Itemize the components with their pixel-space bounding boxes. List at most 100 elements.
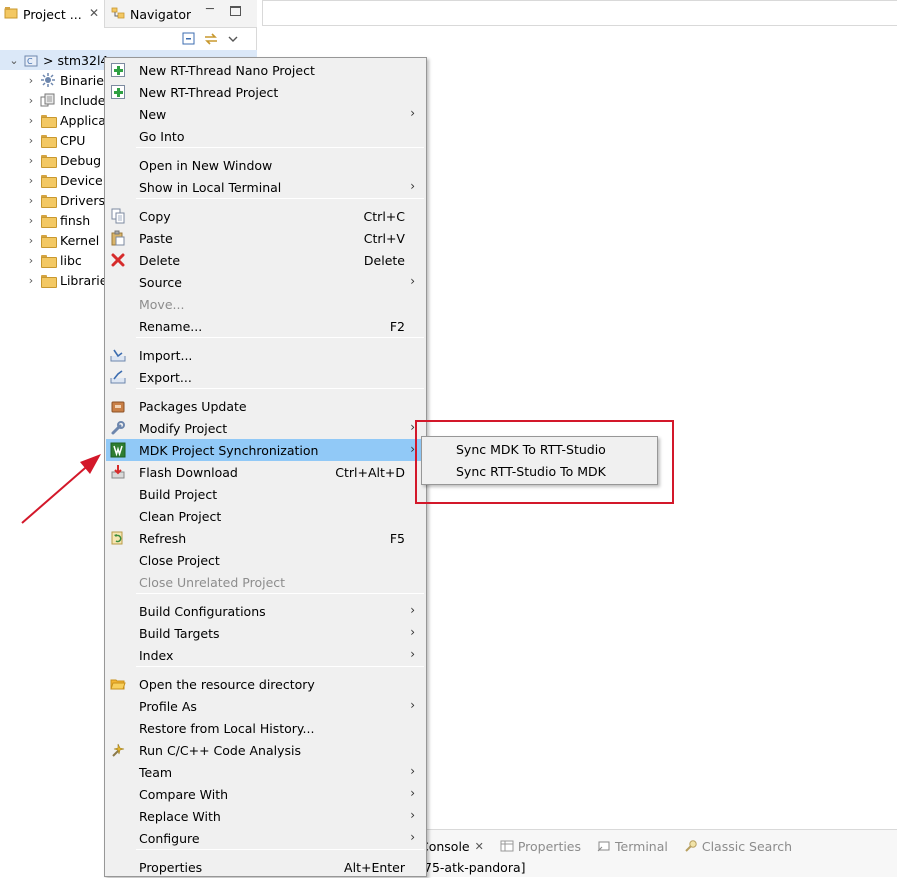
menu-item-go-into[interactable]: Go Into	[106, 125, 425, 147]
menu-item-configure[interactable]: Configure ›	[106, 827, 425, 849]
menu-item-clean-project[interactable]: Clean Project	[106, 505, 425, 527]
menu-item-source[interactable]: Source ›	[106, 271, 425, 293]
chevron-right-icon[interactable]: ›	[25, 154, 37, 167]
folder-icon	[40, 172, 57, 188]
menu-item-close-project[interactable]: Close Project	[106, 549, 425, 571]
tab-terminal[interactable]: Terminal	[597, 839, 668, 854]
menu-item-run-c-c-code-analysis[interactable]: Run C/C++ Code Analysis	[106, 739, 425, 761]
chevron-right-icon[interactable]: ›	[25, 234, 37, 247]
tree-item[interactable]: › DeviceD	[0, 170, 112, 190]
open-folder-icon	[110, 676, 126, 692]
menu-item-new[interactable]: New ›	[106, 103, 425, 125]
chevron-right-icon[interactable]: ›	[25, 114, 37, 127]
menu-item-copy[interactable]: Copy Ctrl+C	[106, 205, 425, 227]
menu-item-label: Clean Project	[139, 509, 222, 524]
menu-item-paste[interactable]: Paste Ctrl+V	[106, 227, 425, 249]
menu-item-profile-as[interactable]: Profile As ›	[106, 695, 425, 717]
menu-item-modify-project[interactable]: Modify Project ›	[106, 417, 425, 439]
menu-item-build-project[interactable]: Build Project	[106, 483, 425, 505]
tab-classic-search[interactable]: Classic Search	[684, 839, 792, 854]
annotation-highlight-box	[415, 420, 674, 504]
menu-item-label: Build Configurations	[139, 604, 266, 619]
tree-item[interactable]: › CPU	[0, 130, 85, 150]
close-icon[interactable]: ✕	[475, 840, 484, 853]
tree-item[interactable]: › finsh	[0, 210, 90, 230]
menu-item-replace-with[interactable]: Replace With ›	[106, 805, 425, 827]
folder-icon	[40, 152, 57, 168]
menu-item-packages-update[interactable]: Packages Update	[106, 395, 425, 417]
chevron-right-icon[interactable]: ›	[25, 134, 37, 147]
menu-item-delete[interactable]: Delete Delete	[106, 249, 425, 271]
menu-item-new-rt-thread-nano-project[interactable]: New RT-Thread Nano Project	[106, 59, 425, 81]
menu-item-build-configurations[interactable]: Build Configurations ›	[106, 600, 425, 622]
tab-properties[interactable]: Properties	[500, 839, 581, 854]
close-icon[interactable]: ✕	[89, 6, 99, 20]
menu-item-show-in-local-terminal[interactable]: Show in Local Terminal ›	[106, 176, 425, 198]
maximize-icon[interactable]	[230, 6, 241, 16]
view-menu-icon[interactable]	[225, 31, 241, 47]
tree-item[interactable]: › Debug	[0, 150, 101, 170]
tree-item[interactable]: › Binaries	[0, 70, 111, 90]
folder-icon	[40, 232, 57, 248]
menu-item-export[interactable]: Export...	[106, 366, 425, 388]
tree-item[interactable]: › Include	[0, 90, 106, 110]
tree-item-label: Kernel	[60, 232, 100, 248]
chevron-right-icon[interactable]: ›	[25, 74, 37, 87]
collapse-all-icon[interactable]	[181, 31, 197, 47]
menu-item-close-unrelated-project: Close Unrelated Project	[106, 571, 425, 593]
tree-item-label: Drivers	[60, 192, 105, 208]
menu-item-new-rt-thread-project[interactable]: New RT-Thread Project	[106, 81, 425, 103]
chevron-down-icon[interactable]: ⌄	[8, 54, 20, 67]
menu-item-restore-from-local-history[interactable]: Restore from Local History...	[106, 717, 425, 739]
menu-item-index[interactable]: Index ›	[106, 644, 425, 666]
chevron-right-icon[interactable]: ›	[25, 194, 37, 207]
chevron-right-icon[interactable]: ›	[25, 94, 37, 107]
menu-item-open-in-new-window[interactable]: Open in New Window	[106, 154, 425, 176]
tab-label: Navigator	[130, 6, 192, 22]
menu-item-shortcut: Ctrl+V	[363, 231, 405, 246]
mdk-icon	[110, 442, 126, 458]
tab-navigator[interactable]: Navigator ─	[106, 0, 256, 28]
chevron-right-icon[interactable]: ›	[25, 274, 37, 287]
tree-item[interactable]: › Drivers	[0, 190, 105, 210]
menu-item-label: Profile As	[139, 699, 197, 714]
menu-item-label: Index	[139, 648, 174, 663]
tree-item-label: finsh	[60, 212, 91, 228]
menu-item-flash-download[interactable]: Flash Download Ctrl+Alt+D	[106, 461, 425, 483]
chevron-right-icon[interactable]: ›	[25, 174, 37, 187]
menu-item-refresh[interactable]: Refresh F5	[106, 527, 425, 549]
menu-item-shortcut: Ctrl+Alt+D	[335, 465, 405, 480]
tab-console[interactable]: Console ✕	[420, 839, 484, 854]
tab-project-explorer[interactable]: Project ... ✕	[0, 0, 105, 28]
menu-item-team[interactable]: Team ›	[106, 761, 425, 783]
menu-separator	[136, 198, 424, 199]
tree-item[interactable]: › Kernel	[0, 230, 99, 250]
menu-item-build-targets[interactable]: Build Targets ›	[106, 622, 425, 644]
menu-item-label: Packages Update	[139, 399, 247, 414]
flashlight-icon	[684, 839, 698, 853]
chevron-right-icon[interactable]: ›	[25, 214, 37, 227]
minimize-icon[interactable]: ─	[206, 2, 214, 17]
menu-item-move: Move...	[106, 293, 425, 315]
tree-item[interactable]: › Librarie	[0, 270, 107, 290]
menu-separator	[136, 666, 424, 667]
tree-item-label: Librarie	[60, 272, 108, 288]
menu-item-import[interactable]: Import...	[106, 344, 425, 366]
menu-item-shortcut: Ctrl+C	[363, 209, 405, 224]
binaries-icon	[40, 72, 56, 88]
menu-item-label: Run C/C++ Code Analysis	[139, 743, 302, 758]
menu-item-mdk-project-synchronization[interactable]: MDK Project Synchronization ›	[106, 439, 425, 461]
tree-item[interactable]: › libc	[0, 250, 82, 270]
menu-item-open-the-resource-directory[interactable]: Open the resource directory	[106, 673, 425, 695]
bottom-tab-bar: Console ✕ Properties Terminal Classic Se…	[420, 836, 808, 856]
packages-icon	[110, 398, 126, 414]
menu-item-label: Team	[139, 765, 173, 780]
tree-item[interactable]: › Applica	[0, 110, 106, 130]
chevron-right-icon: ›	[410, 830, 415, 844]
chevron-right-icon[interactable]: ›	[25, 254, 37, 267]
menu-item-properties[interactable]: Properties Alt+Enter	[106, 856, 425, 878]
menu-item-compare-with[interactable]: Compare With ›	[106, 783, 425, 805]
menu-item-rename[interactable]: Rename... F2	[106, 315, 425, 337]
tree-item-label: Debug	[60, 152, 102, 168]
link-with-editor-icon[interactable]	[203, 31, 219, 47]
